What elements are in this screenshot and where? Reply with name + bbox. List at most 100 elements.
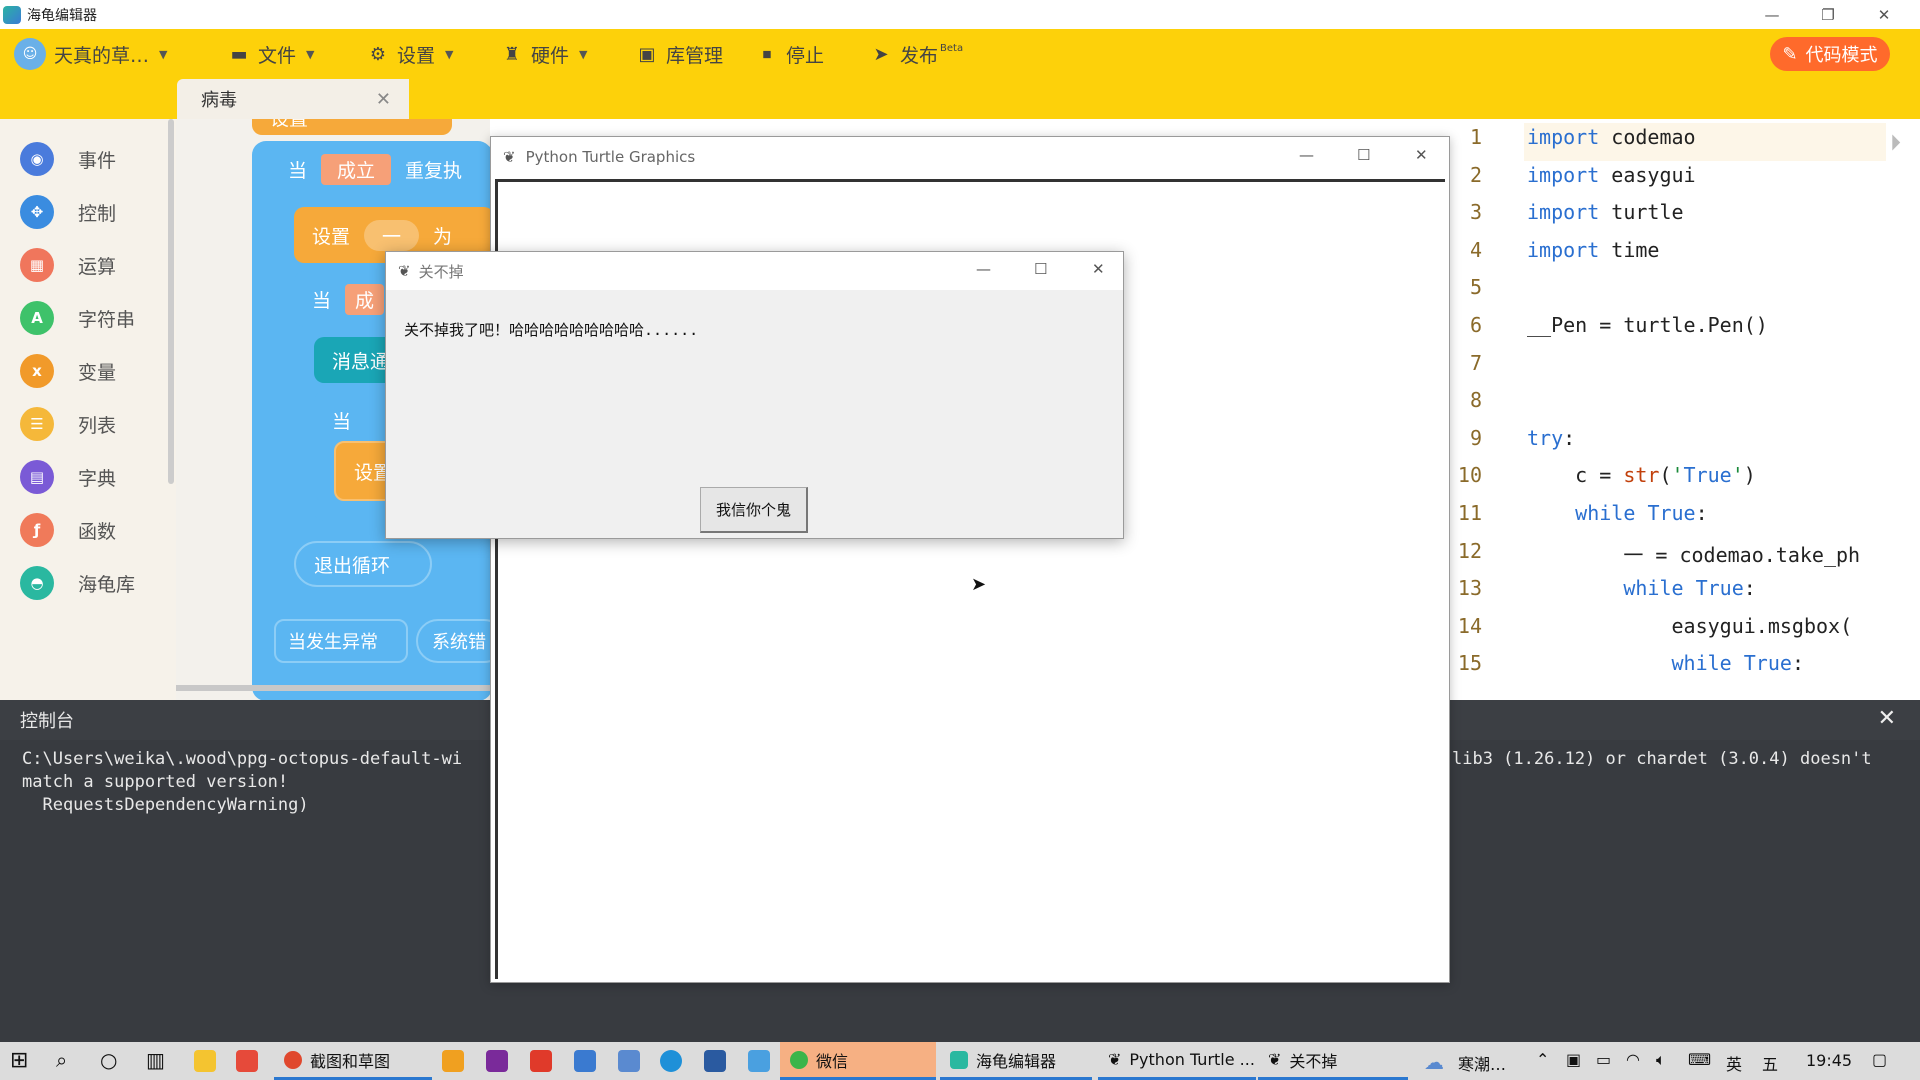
block-label: 消息通	[332, 350, 390, 373]
category-operators[interactable]: ▦ 运算	[20, 245, 116, 285]
maximize-button[interactable]: ☐	[1357, 146, 1370, 164]
ime-language[interactable]: 英	[1726, 1051, 1742, 1075]
message-box-window[interactable]: ❦ 关不掉 — ☐ ✕ 关不掉我了吧！哈哈哈哈哈哈哈哈哈...... 我信你个鬼	[385, 251, 1124, 539]
code-line[interactable]: import easygui	[1527, 163, 1696, 187]
close-button[interactable]: ✕	[1856, 0, 1912, 29]
app-icon[interactable]	[704, 1050, 726, 1072]
message-box-title: 关不掉	[418, 262, 464, 281]
turtle-window-titlebar[interactable]: ❦ Python Turtle Graphics — ☐ ✕	[491, 137, 1449, 177]
chevron-up-icon[interactable]: ⌃	[1536, 1050, 1549, 1069]
code-line[interactable]: while True:	[1527, 651, 1804, 675]
notification-icon[interactable]: ▢	[1872, 1050, 1887, 1069]
block-while-true[interactable]: 当 成立 重复执	[270, 145, 490, 193]
category-dicts[interactable]: ▤ 字典	[20, 457, 116, 497]
code-line[interactable]: try:	[1527, 426, 1575, 450]
block-label: 重复执	[405, 159, 463, 182]
file-explorer-icon[interactable]	[194, 1050, 216, 1072]
category-lists[interactable]: ☰ 列表	[20, 404, 116, 444]
chevron-down-icon: ▼	[159, 47, 168, 61]
user-menu[interactable]: ☺ 天真的草… ▼	[14, 29, 167, 79]
minimize-button[interactable]: —	[1299, 146, 1314, 164]
close-button[interactable]: ✕	[1092, 260, 1105, 278]
block-set-top[interactable]: 设置	[252, 119, 452, 135]
close-button[interactable]: ✕	[1415, 146, 1428, 164]
tab-virus[interactable]: 病毒 ✕	[177, 79, 409, 119]
stop-button[interactable]: ⏹ 停止	[756, 29, 825, 79]
xmind-icon[interactable]	[530, 1050, 552, 1072]
code-line[interactable]: import turtle	[1527, 200, 1684, 224]
box-icon: ▣	[638, 43, 656, 65]
taskbar-item-snip-sketch[interactable]: 截图和草图	[274, 1042, 432, 1080]
search-icon[interactable]: ⌕	[56, 1048, 67, 1072]
weather-text[interactable]: 寒潮…	[1458, 1051, 1506, 1075]
taskbar-item-label: 微信	[816, 1051, 849, 1071]
code-editor[interactable]: 1 import codemao 2 import easygui 3 import tu…	[1420, 119, 1920, 700]
block-value[interactable]: 成	[345, 283, 385, 315]
hardware-menu[interactable]: ♜ 硬件 ▼	[501, 29, 588, 79]
keyboard-icon[interactable]: ⌨	[1688, 1050, 1711, 1069]
block-except[interactable]: 当发生异常	[274, 619, 408, 663]
ime-mode[interactable]: 五	[1762, 1051, 1778, 1075]
category-label: 变量	[78, 361, 117, 384]
close-icon[interactable]: ✕	[1878, 706, 1896, 731]
stop-label: 停止	[786, 44, 825, 67]
wifi-icon[interactable]: ◠	[1626, 1050, 1640, 1069]
collapse-panel-icon[interactable]: ⏵	[1890, 131, 1901, 156]
settings-menu[interactable]: ⚙ 设置 ▼	[367, 29, 454, 79]
ok-button[interactable]: 我信你个鬼	[700, 487, 808, 533]
minimize-button[interactable]: —	[976, 260, 991, 278]
edge-icon[interactable]	[660, 1050, 682, 1072]
message-text: 关不掉我了吧！哈哈哈哈哈哈哈哈哈......	[404, 321, 699, 339]
battery-icon[interactable]: ▭	[1596, 1050, 1611, 1069]
library-button[interactable]: ▣ 库管理	[636, 29, 723, 79]
block-break[interactable]: 退出循环	[294, 541, 432, 587]
category-strings[interactable]: A 字符串	[20, 298, 135, 338]
taskbar-item-turtle-graphics[interactable]: ❦ Python Turtle ...	[1098, 1042, 1256, 1080]
code-line[interactable]: c = str('True')	[1527, 463, 1756, 487]
clock[interactable]: 19:45	[1806, 1051, 1852, 1070]
close-icon[interactable]: ✕	[376, 89, 391, 110]
block-value[interactable]: 一	[364, 219, 420, 251]
windows-start-icon[interactable]: ⊞	[10, 1048, 28, 1073]
app-icon[interactable]	[442, 1050, 464, 1072]
send-icon: ➤	[873, 43, 889, 65]
calculator-icon[interactable]	[574, 1050, 596, 1072]
python-icon[interactable]	[618, 1050, 640, 1072]
minimize-button[interactable]: —	[1744, 0, 1800, 29]
onenote-icon[interactable]	[486, 1050, 508, 1072]
app-tray-icon[interactable]: ▣	[1566, 1050, 1581, 1069]
block-system-error[interactable]: 系统错	[416, 619, 490, 663]
code-line[interactable]: while True:	[1527, 501, 1707, 525]
taskbar-item-wechat[interactable]: 微信	[780, 1042, 936, 1080]
workspace-scrollbar[interactable]	[176, 685, 490, 691]
message-box-titlebar[interactable]: ❦ 关不掉 — ☐ ✕	[386, 252, 1123, 290]
category-turtle[interactable]: ◓ 海龟库	[20, 563, 135, 603]
category-events[interactable]: ◉ 事件	[20, 139, 116, 179]
taskbar-item-label: 截图和草图	[310, 1051, 391, 1071]
code-line[interactable]: 一 = codemao.take_ph	[1527, 539, 1860, 568]
restore-button[interactable]: ❐	[1800, 0, 1856, 29]
block-label: 当	[288, 159, 308, 182]
code-line[interactable]: import time	[1527, 238, 1659, 262]
volume-icon[interactable]: 🔈︎	[1656, 1050, 1666, 1070]
file-menu[interactable]: ▬ 文件 ▼	[228, 29, 314, 79]
publish-button[interactable]: ➤ 发布 Beta	[870, 29, 963, 79]
category-functions[interactable]: ƒ 函数	[20, 510, 116, 550]
code-line[interactable]: while True:	[1527, 576, 1755, 600]
taskbar-item-msgbox[interactable]: ❦ 关不掉	[1258, 1042, 1408, 1080]
code-line[interactable]: __Pen = turtle.Pen()	[1527, 313, 1768, 337]
sidebar-scrollbar[interactable]	[168, 119, 174, 484]
taskbar-item-turtle-editor[interactable]: 海龟编辑器	[940, 1042, 1092, 1080]
code-line[interactable]: import codemao	[1527, 125, 1696, 149]
cortana-icon[interactable]: ○	[100, 1048, 117, 1072]
category-variables[interactable]: x 变量	[20, 351, 116, 391]
app-icon[interactable]	[748, 1050, 770, 1072]
media-player-icon[interactable]	[236, 1050, 258, 1072]
category-control[interactable]: ✥ 控制	[20, 192, 116, 232]
block-value[interactable]: 成立	[321, 153, 392, 185]
gamepad-icon: ✥	[20, 195, 54, 229]
maximize-button[interactable]: ☐	[1034, 260, 1047, 278]
task-view-icon[interactable]: ▥	[146, 1048, 165, 1072]
code-mode-button[interactable]: ✎ 代码模式	[1770, 37, 1890, 71]
code-line[interactable]: easygui.msgbox(	[1527, 614, 1852, 638]
